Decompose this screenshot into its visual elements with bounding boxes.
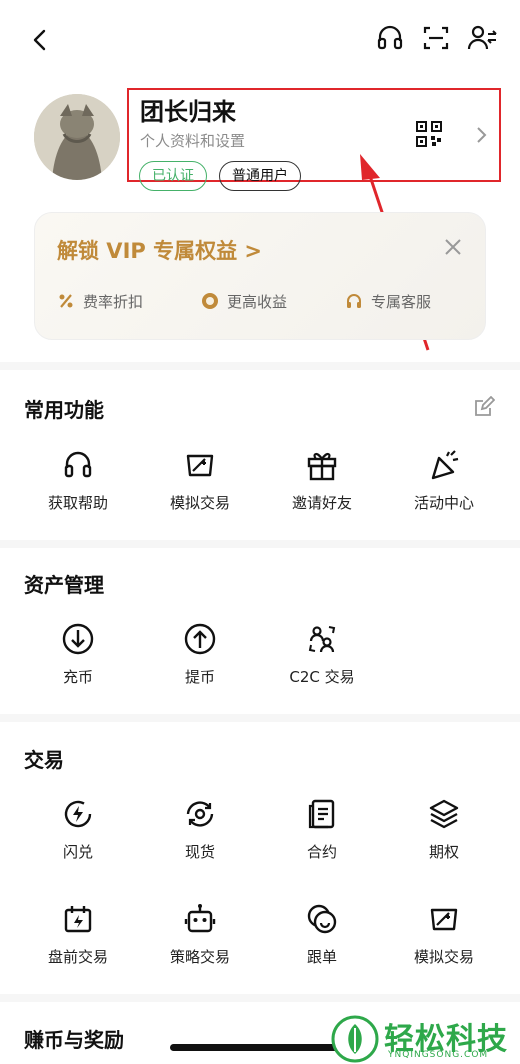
headset-icon: [64, 451, 92, 478]
contract-icon: [308, 799, 335, 829]
grid-item-demo-trade[interactable]: 模拟交易: [140, 448, 260, 513]
close-icon[interactable]: [443, 237, 463, 257]
grid-item-demo-trade-2[interactable]: 模拟交易: [384, 902, 504, 967]
chevron-right-icon[interactable]: [472, 125, 490, 145]
party-popper-icon: [431, 450, 459, 480]
flash-convert-icon: [64, 800, 92, 828]
grid-item-spot[interactable]: 现货: [140, 797, 260, 862]
back-icon[interactable]: [24, 24, 56, 56]
home-indicator: [170, 1044, 350, 1051]
gift-icon: [307, 453, 337, 481]
headset-icon[interactable]: [374, 22, 406, 54]
demo-trade-icon: [186, 454, 214, 477]
headset-icon: [345, 292, 363, 310]
account-switch-icon[interactable]: [466, 22, 498, 54]
section-title-trade: 交易: [24, 748, 64, 772]
vip-title[interactable]: 解锁 VIP 专属权益 >: [57, 235, 262, 265]
grid-item-contract[interactable]: 合约: [262, 797, 382, 862]
section-title-assets: 资产管理: [24, 573, 104, 597]
grid-item-c2c[interactable]: C2C 交易: [262, 622, 382, 687]
username: 团长归来: [140, 98, 236, 126]
watermark-subtext: YNQINGSONG.COM: [388, 1050, 489, 1060]
watermark-logo-icon: [331, 1015, 379, 1063]
qr-code-icon[interactable]: [416, 121, 442, 147]
user-tier-badge: 普通用户: [219, 161, 301, 191]
grid-item-options[interactable]: 期权: [384, 797, 504, 862]
edit-icon[interactable]: [473, 395, 496, 418]
section-divider: [0, 540, 520, 548]
deposit-icon: [62, 623, 94, 655]
avatar[interactable]: [34, 94, 120, 180]
premarket-icon: [64, 906, 92, 933]
spot-icon: [186, 801, 214, 827]
section-title-earn: 赚币与奖励: [24, 1028, 124, 1052]
verified-badge: 已认证: [139, 161, 207, 191]
c2c-icon: [308, 626, 336, 653]
grid-item-help[interactable]: 获取帮助: [18, 448, 138, 513]
section-divider: [0, 362, 520, 370]
grid-item-copy-trade[interactable]: 跟单: [262, 902, 382, 967]
scan-icon[interactable]: [420, 22, 452, 54]
grid-item-events[interactable]: 活动中心: [384, 448, 504, 513]
vip-card[interactable]: 解锁 VIP 专属权益 > 费率折扣 更高收益 专属客服: [34, 212, 486, 340]
vip-benefit-yield: 更高收益: [201, 291, 287, 313]
demo-trade-icon: [430, 908, 458, 931]
grid-item-deposit[interactable]: 充币: [18, 622, 138, 687]
grid-item-invite[interactable]: 邀请好友: [262, 448, 382, 513]
section-divider: [0, 994, 520, 1002]
vip-benefit-fee: 费率折扣: [57, 291, 143, 313]
watermark: 轻松科技 YNQINGSONG.COM: [330, 1010, 520, 1064]
top-bar: [0, 0, 520, 80]
copy-trade-icon: [307, 904, 337, 934]
grid-item-premarket[interactable]: 盘前交易: [18, 902, 138, 967]
section-title-common: 常用功能: [24, 398, 104, 422]
options-icon: [429, 799, 459, 829]
bot-icon: [184, 904, 216, 933]
grid-item-bot[interactable]: 策略交易: [140, 902, 260, 967]
vip-benefit-support: 专属客服: [345, 291, 431, 313]
coin-icon: [201, 292, 219, 310]
grid-item-withdraw[interactable]: 提币: [140, 622, 260, 687]
section-divider: [0, 714, 520, 722]
profile-header[interactable]: 团长归来 个人资料和设置 已认证 普通用户: [0, 88, 520, 198]
profile-settings-link[interactable]: 个人资料和设置: [140, 130, 245, 151]
withdraw-icon: [184, 623, 216, 655]
percent-icon: [57, 292, 75, 310]
grid-item-flash-convert[interactable]: 闪兑: [18, 797, 138, 862]
